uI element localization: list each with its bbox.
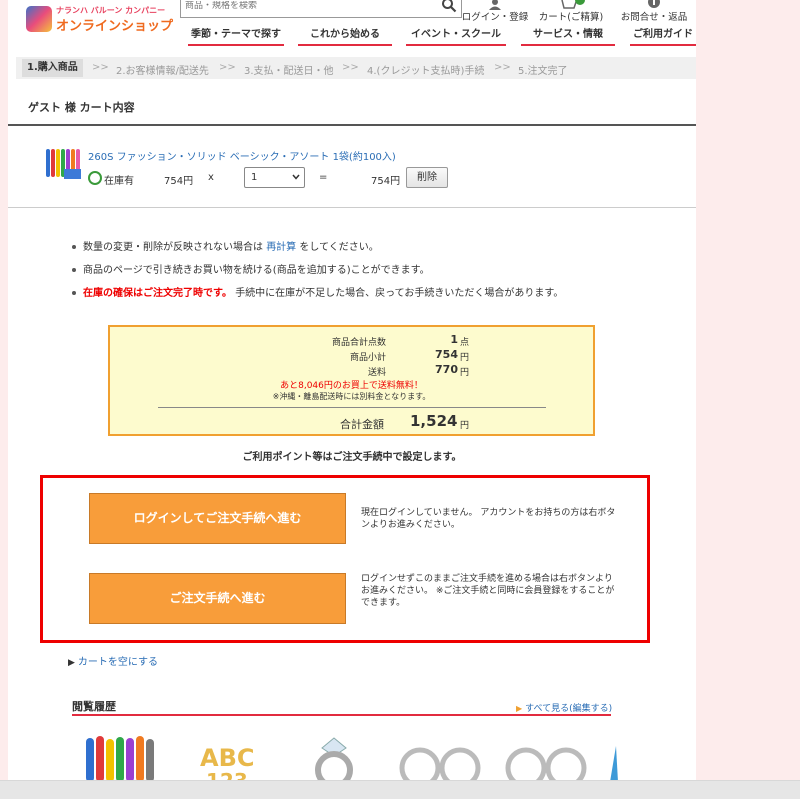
nav-user-guide[interactable]: ご利用ガイド <box>630 26 696 46</box>
site-logo[interactable]: ナランハ バルーン カンパニー オンラインショップ <box>26 4 173 34</box>
product-name-link[interactable]: 260S ファッション・ソリッド ベーシック・アソート 1袋(約100入) <box>88 148 396 163</box>
step-3: 3.支払・配送日・他 <box>244 66 334 77</box>
history-item-ring-balloon-pair[interactable] <box>396 736 486 782</box>
search-box <box>180 0 462 18</box>
see-all-label: すべて見る(編集する) <box>525 704 613 714</box>
count-value: 1 <box>450 333 458 346</box>
nav-getting-started[interactable]: これから始める <box>298 26 392 46</box>
step-1-current: 1.購入商品 <box>22 59 83 77</box>
logo-shop-name: オンラインショップ <box>56 19 174 34</box>
logo-mark-icon <box>26 6 52 32</box>
quantity-value: 1 <box>251 172 258 183</box>
multiply-sign: x <box>208 172 214 183</box>
count-unit: 点 <box>460 338 470 348</box>
unit-price: 754円 <box>164 176 194 187</box>
step-separator: >> <box>219 62 236 73</box>
step-separator: >> <box>92 62 109 73</box>
nav-events-school[interactable]: イベント・スクール <box>406 26 506 46</box>
step-4: 4.(クレジット支払時)手続 <box>367 66 485 77</box>
subtotal-unit: 円 <box>460 353 470 363</box>
search-icon[interactable] <box>441 0 457 13</box>
island-shipping-note: ※沖縄・離島配送時には別料金となります。 <box>272 392 431 401</box>
shipping-unit: 円 <box>460 368 470 378</box>
divider <box>8 207 696 208</box>
in-stock-circle-icon <box>88 171 102 185</box>
total-unit: 円 <box>460 421 470 431</box>
note-text: 手続中に在庫が不足した場合、戻ってお手続きいただく場合があります。 <box>235 288 564 299</box>
step-separator: >> <box>342 62 359 73</box>
login-label: ログイン・登録 <box>461 12 529 23</box>
chevron-down-icon <box>292 174 300 180</box>
divider <box>8 124 696 126</box>
points-note: ご利用ポイント等はご注文手続中で設定します。 <box>242 452 462 463</box>
note-text: をしてください。 <box>299 242 379 253</box>
quantity-select[interactable]: 1 <box>244 167 305 188</box>
bullet-icon <box>72 245 76 249</box>
horizontal-scrollbar[interactable] <box>0 780 800 799</box>
step-separator: >> <box>494 62 511 73</box>
contact-label: お問合せ・返品 <box>620 12 688 23</box>
cart-label: カート(ご精算) <box>538 12 604 23</box>
shipping-value: 770 <box>435 363 458 376</box>
note-stock-warning: 在庫の確保はご注文完了時です。 手続中に在庫が不足した場合、戻ってお手続きいただ… <box>72 284 563 299</box>
note-recalculate: 数量の変更・削除が反映されない場合は 再計算 をしてください。 <box>72 238 379 253</box>
total-value: 1,524 <box>410 412 458 430</box>
note-text: 商品のページで引き続きお買い物を続ける(商品を追加する)ことができます。 <box>83 265 430 276</box>
delete-button[interactable]: 削除 <box>406 167 448 188</box>
count-label: 商品合計点数 <box>331 338 386 348</box>
step-5: 5.注文完了 <box>518 66 568 77</box>
checkout-options: ログインしてご注文手続へ進む 現在ログインしていません。 アカウントをお持ちの方… <box>40 475 650 643</box>
guest-checkout-description: ログインせずこのままご注文手続を進める場合は右ボタンよりお進みください。 ※ご注… <box>361 574 615 608</box>
empty-cart-link[interactable]: ▶ カートを空にする <box>68 653 158 668</box>
equals-sign: = <box>319 172 328 183</box>
checkout-steps: 1.購入商品 >> 2.お客様情報/配送先 >> 3.支払・配送日・他 >> 4… <box>16 57 696 79</box>
total-label: 合計金額 <box>340 418 384 431</box>
login-register-link[interactable]: ログイン・登録 <box>460 0 530 24</box>
history-title: 閲覧履歴 <box>72 700 116 713</box>
note-continue-shopping: 商品のページで引き続きお買い物を続ける(商品を追加する)ことができます。 <box>72 261 430 276</box>
triangle-right-icon: ▶ <box>68 658 75 668</box>
cart-title: ゲスト 様 カート内容 <box>28 101 135 114</box>
login-checkout-description: 現在ログインしていません。 アカウントをお持ちの方は右ボタンよりお進みください。 <box>361 508 616 530</box>
see-all-link[interactable]: ▶ すべて見る(編集する) <box>516 701 612 714</box>
contact-returns-link[interactable]: お問合せ・返品 <box>614 0 694 24</box>
recalculate-link[interactable]: 再計算 <box>266 242 296 253</box>
stock-warning: 在庫の確保はご注文完了時です。 <box>83 288 232 299</box>
empty-cart-label: カートを空にする <box>77 657 159 668</box>
cart-link[interactable]: カート(ご精算) <box>534 0 608 24</box>
history-item-balloon-assort[interactable] <box>80 736 166 782</box>
triangle-right-icon: ▶ <box>516 704 523 713</box>
svg-text:ABC: ABC <box>200 744 254 772</box>
line-total: 754円 <box>371 176 401 187</box>
nav-services-info[interactable]: サービス・情報 <box>521 26 615 46</box>
shipping-label: 送料 <box>367 368 386 378</box>
history-divider <box>72 714 611 716</box>
guest-checkout-button[interactable]: ご注文手続へ進む <box>89 573 346 624</box>
bullet-icon <box>72 291 76 295</box>
history-item-abc-foil-balloon[interactable]: ABC 123 <box>196 736 260 782</box>
page-background-right <box>696 0 800 799</box>
note-text: 数量の変更・削除が反映されない場合は <box>83 242 263 253</box>
summary-divider <box>158 407 546 408</box>
history-item-ring-balloon-pair-2[interactable] <box>502 736 592 782</box>
subtotal-label: 商品小計 <box>349 353 386 363</box>
history-item-partial[interactable] <box>606 736 626 782</box>
order-summary: 商品合計点数 1 点 商品小計 754 円 送料 770 円 あと8,046円の… <box>108 325 595 436</box>
product-thumbnail[interactable] <box>44 147 82 181</box>
history-item-ring-balloon[interactable] <box>304 736 364 782</box>
cart-page: ナランハ バルーン カンパニー オンラインショップ ログイン・登録 カート(ご精… <box>8 0 696 799</box>
search-input[interactable] <box>185 1 425 11</box>
login-checkout-button[interactable]: ログインしてご注文手続へ進む <box>89 493 346 544</box>
subtotal-value: 754 <box>435 348 458 361</box>
stock-status: 在庫有 <box>104 176 134 187</box>
free-shipping-note: あと8,046円のお買上で送料無料！ <box>280 381 423 391</box>
nav-season-theme[interactable]: 季節・テーマで探す <box>188 26 284 46</box>
bullet-icon <box>72 268 76 272</box>
step-2: 2.お客様情報/配送先 <box>116 66 209 77</box>
